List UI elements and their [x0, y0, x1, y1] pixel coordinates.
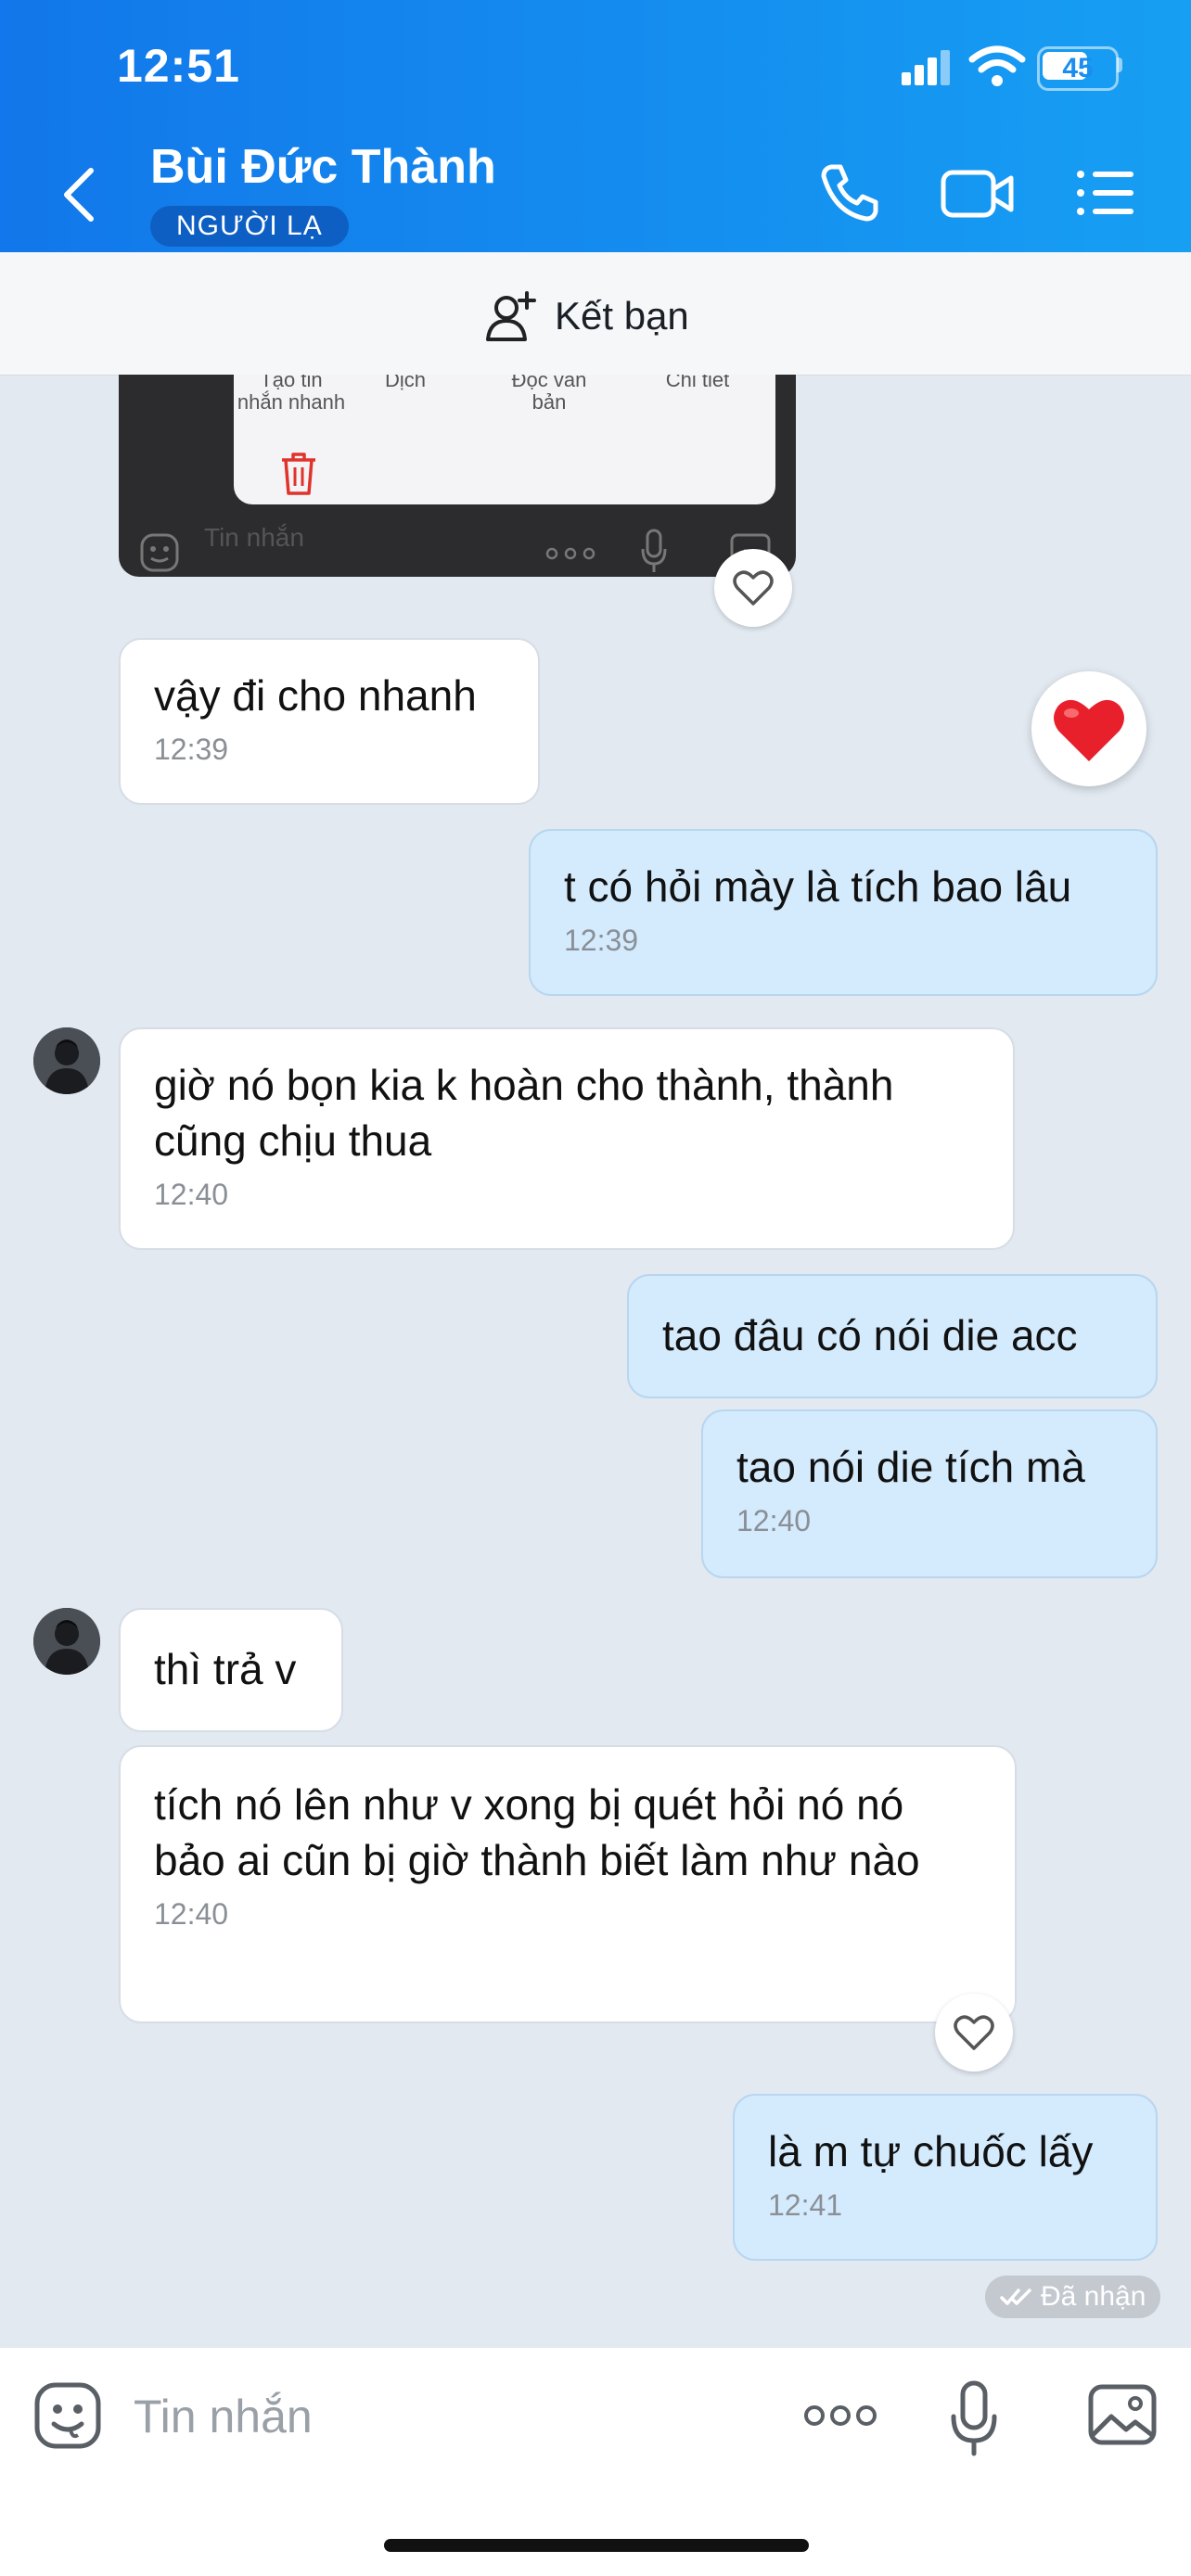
message-text: thì trả v — [154, 1645, 297, 1693]
message-bubble-outgoing[interactable]: tao nói die tích mà 12:40 — [701, 1409, 1158, 1578]
action-read-text: Đọc văn bản — [511, 375, 587, 414]
avatar-image — [33, 1608, 100, 1675]
add-friend-icon — [486, 291, 536, 341]
action-translate: Dịch — [384, 375, 426, 391]
add-friend-label: Kết bạn — [555, 294, 689, 338]
trash-icon — [282, 453, 315, 495]
react-heart-button[interactable] — [714, 549, 792, 627]
image-message[interactable]: Tạo tin nhắn nhanh Dịch Đọc văn bản Chi … — [119, 375, 796, 577]
message-text: tích nó lên như v xong bị quét hỏi nó nó… — [154, 1780, 920, 1884]
image-icon[interactable] — [1087, 2383, 1158, 2446]
signal-icon — [902, 48, 952, 85]
message-text: là m tự chuốc lấy — [768, 2127, 1094, 2175]
message-time: 12:40 — [736, 1504, 812, 1537]
avatar-image — [33, 1027, 100, 1094]
more-icon[interactable] — [803, 2402, 877, 2429]
context-menu-preview: Tạo tin nhắn nhanh Dịch Đọc văn bản Chi … — [234, 375, 775, 504]
contact-avatar[interactable] — [33, 1027, 100, 1094]
contact-name[interactable]: Bùi Đức Thành — [150, 139, 496, 195]
wifi-icon — [968, 45, 1026, 86]
react-heart-button[interactable] — [935, 1994, 1013, 2072]
message-text: tao đâu có nói die acc — [662, 1311, 1078, 1359]
delivery-status-label: Đã nhận — [1041, 2281, 1146, 2312]
message-bubble-incoming[interactable]: vậy đi cho nhanh 12:39 — [119, 638, 540, 805]
heart-icon — [1054, 699, 1124, 761]
message-time: 12:39 — [564, 924, 639, 957]
add-friend-button[interactable]: Kết bạn — [484, 284, 689, 349]
message-time: 12:41 — [768, 2188, 843, 2222]
message-text: vậy đi cho nhanh — [154, 671, 477, 720]
sticker-icon[interactable] — [33, 2381, 102, 2450]
message-bubble-incoming[interactable]: thì trả v — [119, 1608, 343, 1732]
double-check-icon — [1000, 2289, 1031, 2305]
heart-outline-icon — [954, 2015, 994, 2050]
quoted-input-placeholder: Tin nhắn — [204, 523, 304, 552]
message-bubble-outgoing[interactable]: tao đâu có nói die acc — [627, 1274, 1158, 1398]
battery-icon: 45 — [1037, 46, 1119, 91]
action-details: Chi tiết — [665, 375, 730, 391]
status-time: 12:51 — [117, 40, 240, 92]
message-bubble-outgoing[interactable]: là m tự chuốc lấy 12:41 — [733, 2094, 1158, 2261]
mic-icon[interactable] — [948, 2379, 1000, 2457]
more-icon — [545, 547, 596, 560]
back-icon[interactable] — [59, 165, 100, 224]
contact-avatar[interactable] — [33, 1608, 100, 1675]
message-text: tao nói die tích mà — [736, 1443, 1085, 1491]
message-bubble-incoming[interactable]: giờ nó bọn kia k hoàn cho thành, thành c… — [119, 1027, 1015, 1250]
stranger-badge: NGƯỜI LẠ — [150, 206, 349, 247]
message-bubble-outgoing[interactable]: t có hỏi mày là tích bao lâu 12:39 — [529, 829, 1158, 996]
mic-icon — [641, 529, 667, 572]
message-time: 12:40 — [154, 1897, 229, 1931]
message-time: 12:39 — [154, 733, 229, 766]
message-bubble-incoming[interactable]: tích nó lên như v xong bị quét hỏi nó nó… — [119, 1745, 1017, 2023]
phone-icon[interactable] — [816, 159, 883, 226]
delivery-status: Đã nhận — [985, 2276, 1161, 2318]
battery-level: 45 — [1062, 53, 1094, 83]
menu-icon[interactable] — [1076, 167, 1135, 219]
message-time: 12:40 — [154, 1178, 229, 1211]
sticker-icon — [140, 533, 179, 572]
action-quick-message: Tạo tin nhắn nhanh — [237, 375, 346, 414]
message-text: giờ nó bọn kia k hoàn cho thành, thành c… — [154, 1061, 894, 1165]
heart-outline-icon — [733, 570, 774, 606]
message-input[interactable] — [132, 2383, 729, 2450]
message-text: t có hỏi mày là tích bao lâu — [564, 862, 1072, 911]
home-indicator — [384, 2539, 809, 2552]
heart-reaction[interactable] — [1031, 671, 1146, 786]
video-icon[interactable] — [941, 165, 1015, 221]
